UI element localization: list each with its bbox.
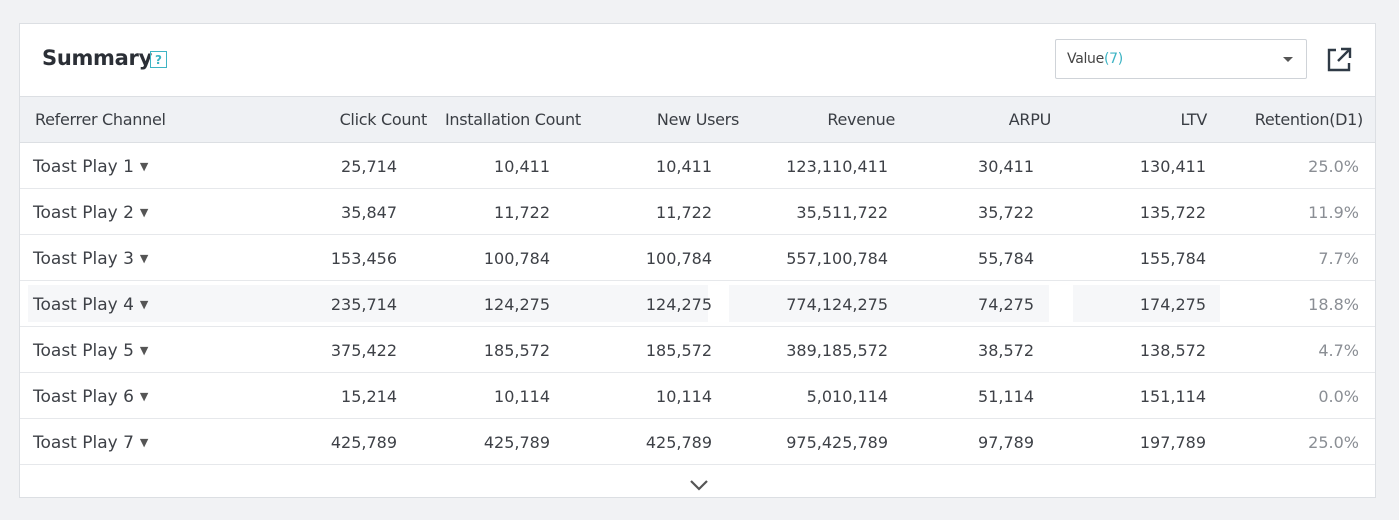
header-retention-d1: Retention(D1) <box>1254 110 1364 129</box>
help-icon[interactable]: ? <box>150 51 167 68</box>
header-installation-count: Installation Count <box>445 110 581 129</box>
dropdown-arrow-icon[interactable]: ▼ <box>140 252 148 265</box>
cell-revenue: 389,185,572 <box>786 341 888 360</box>
table-row[interactable]: Toast Play 7 ▼ 425,789 425,789 425,789 975,42… <box>20 419 1375 465</box>
channel-label: Toast Play 1 <box>33 157 134 177</box>
cell-new-users: 185,572 <box>645 341 712 360</box>
cell-new-users: 425,789 <box>645 433 712 452</box>
channel-label: Toast Play 3 <box>33 249 134 269</box>
panel-header: Summary ? Value(7) <box>20 24 1375 97</box>
channel-label: Toast Play 2 <box>33 203 134 223</box>
cell-installation-count: 11,722 <box>494 203 550 222</box>
dropdown-arrow-icon[interactable]: ▼ <box>140 298 148 311</box>
cell-arpu: 35,722 <box>978 203 1034 222</box>
table-row[interactable]: Toast Play 1 ▼ 25,714 10,411 10,411 123,110,4… <box>20 143 1375 189</box>
cell-arpu: 55,784 <box>978 249 1034 268</box>
cell-installation-count: 10,411 <box>494 157 550 176</box>
cell-click-count: 25,714 <box>341 157 397 176</box>
cell-installation-count: 10,114 <box>494 387 550 406</box>
cell-click-count: 153,456 <box>330 249 397 268</box>
caret-down-icon <box>1283 57 1293 62</box>
cell-ltv: 174,275 <box>1139 295 1206 314</box>
cell-click-count: 235,714 <box>330 295 397 314</box>
cell-arpu: 38,572 <box>978 341 1034 360</box>
cell-revenue: 975,425,789 <box>786 433 888 452</box>
header-ltv: LTV <box>1180 110 1207 129</box>
cell-installation-count: 425,789 <box>483 433 550 452</box>
cell-revenue: 123,110,411 <box>786 157 888 176</box>
table-row[interactable]: Toast Play 2 ▼ 35,847 11,722 11,722 35,511,72… <box>20 189 1375 235</box>
cell-referrer-channel[interactable]: Toast Play 4 ▼ <box>33 295 148 315</box>
cell-click-count: 35,847 <box>341 203 397 222</box>
chevron-down-icon[interactable] <box>688 477 710 493</box>
cell-revenue: 774,124,275 <box>786 295 888 314</box>
cell-referrer-channel[interactable]: Toast Play 3 ▼ <box>33 249 148 269</box>
cell-retention: 11.9% <box>1308 203 1359 222</box>
cell-new-users: 11,722 <box>656 203 712 222</box>
value-select-count: (7) <box>1103 51 1123 67</box>
cell-click-count: 375,422 <box>330 341 397 360</box>
cell-retention: 25.0% <box>1308 433 1359 452</box>
cell-arpu: 74,275 <box>978 295 1034 314</box>
table-row[interactable]: Toast Play 3 ▼ 153,456 100,784 100,784 557,10… <box>20 235 1375 281</box>
cell-retention: 0.0% <box>1318 387 1359 406</box>
cell-ltv: 197,789 <box>1139 433 1206 452</box>
table-header-row: Referrer Channel Click Count Installatio… <box>20 97 1375 143</box>
header-arpu: ARPU <box>1008 110 1052 129</box>
channel-label: Toast Play 6 <box>33 387 134 407</box>
table-row[interactable]: Toast Play 4 ▼ 235,714 124,275 124,275 774,12… <box>20 281 1375 327</box>
cell-referrer-channel[interactable]: Toast Play 5 ▼ <box>33 341 148 361</box>
cell-installation-count: 124,275 <box>483 295 550 314</box>
table-row[interactable]: Toast Play 5 ▼ 375,422 185,572 185,572 389,18… <box>20 327 1375 373</box>
cell-arpu: 30,411 <box>978 157 1034 176</box>
cell-click-count: 425,789 <box>330 433 397 452</box>
cell-retention: 7.7% <box>1318 249 1359 268</box>
header-click-count: Click Count <box>339 110 428 129</box>
dropdown-arrow-icon[interactable]: ▼ <box>140 344 148 357</box>
dropdown-arrow-icon[interactable]: ▼ <box>140 160 148 173</box>
header-new-users: New Users <box>656 110 739 129</box>
cell-new-users: 100,784 <box>645 249 712 268</box>
cell-ltv: 135,722 <box>1139 203 1206 222</box>
table-body: Toast Play 1 ▼ 25,714 10,411 10,411 123,110,4… <box>20 143 1375 465</box>
cell-retention: 25.0% <box>1308 157 1359 176</box>
dropdown-arrow-icon[interactable]: ▼ <box>140 436 148 449</box>
cell-new-users: 10,411 <box>656 157 712 176</box>
value-select[interactable]: Value(7) <box>1055 39 1307 79</box>
table-row[interactable]: Toast Play 6 ▼ 15,214 10,114 10,114 5,010,114… <box>20 373 1375 419</box>
panel-title: Summary <box>42 46 152 70</box>
cell-retention: 18.8% <box>1308 295 1359 314</box>
header-revenue: Revenue <box>827 110 895 129</box>
cell-installation-count: 100,784 <box>483 249 550 268</box>
cell-ltv: 138,572 <box>1139 341 1206 360</box>
cell-referrer-channel[interactable]: Toast Play 7 ▼ <box>33 433 148 453</box>
value-select-label: Value <box>1067 51 1104 67</box>
cell-revenue: 557,100,784 <box>786 249 888 268</box>
summary-panel: Summary ? Value(7) Referrer Channel Clic… <box>19 23 1376 498</box>
channel-label: Toast Play 4 <box>33 295 134 315</box>
dropdown-arrow-icon[interactable]: ▼ <box>140 206 148 219</box>
dropdown-arrow-icon[interactable]: ▼ <box>140 390 148 403</box>
cell-new-users: 124,275 <box>645 295 712 314</box>
cell-arpu: 51,114 <box>978 387 1034 406</box>
channel-label: Toast Play 5 <box>33 341 134 361</box>
cell-referrer-channel[interactable]: Toast Play 6 ▼ <box>33 387 148 407</box>
cell-retention: 4.7% <box>1318 341 1359 360</box>
cell-new-users: 10,114 <box>656 387 712 406</box>
value-select-text: Value(7) <box>1067 51 1123 67</box>
cell-click-count: 15,214 <box>341 387 397 406</box>
cell-referrer-channel[interactable]: Toast Play 1 ▼ <box>33 157 148 177</box>
cell-installation-count: 185,572 <box>483 341 550 360</box>
cell-arpu: 97,789 <box>978 433 1034 452</box>
cell-referrer-channel[interactable]: Toast Play 2 ▼ <box>33 203 148 223</box>
channel-label: Toast Play 7 <box>33 433 134 453</box>
cell-ltv: 130,411 <box>1139 157 1206 176</box>
cell-ltv: 151,114 <box>1139 387 1206 406</box>
table-footer <box>20 465 1375 507</box>
cell-revenue: 35,511,722 <box>796 203 888 222</box>
external-link-icon[interactable] <box>1325 46 1353 74</box>
cell-ltv: 155,784 <box>1139 249 1206 268</box>
header-referrer-channel: Referrer Channel <box>35 110 166 129</box>
cell-revenue: 5,010,114 <box>806 387 888 406</box>
